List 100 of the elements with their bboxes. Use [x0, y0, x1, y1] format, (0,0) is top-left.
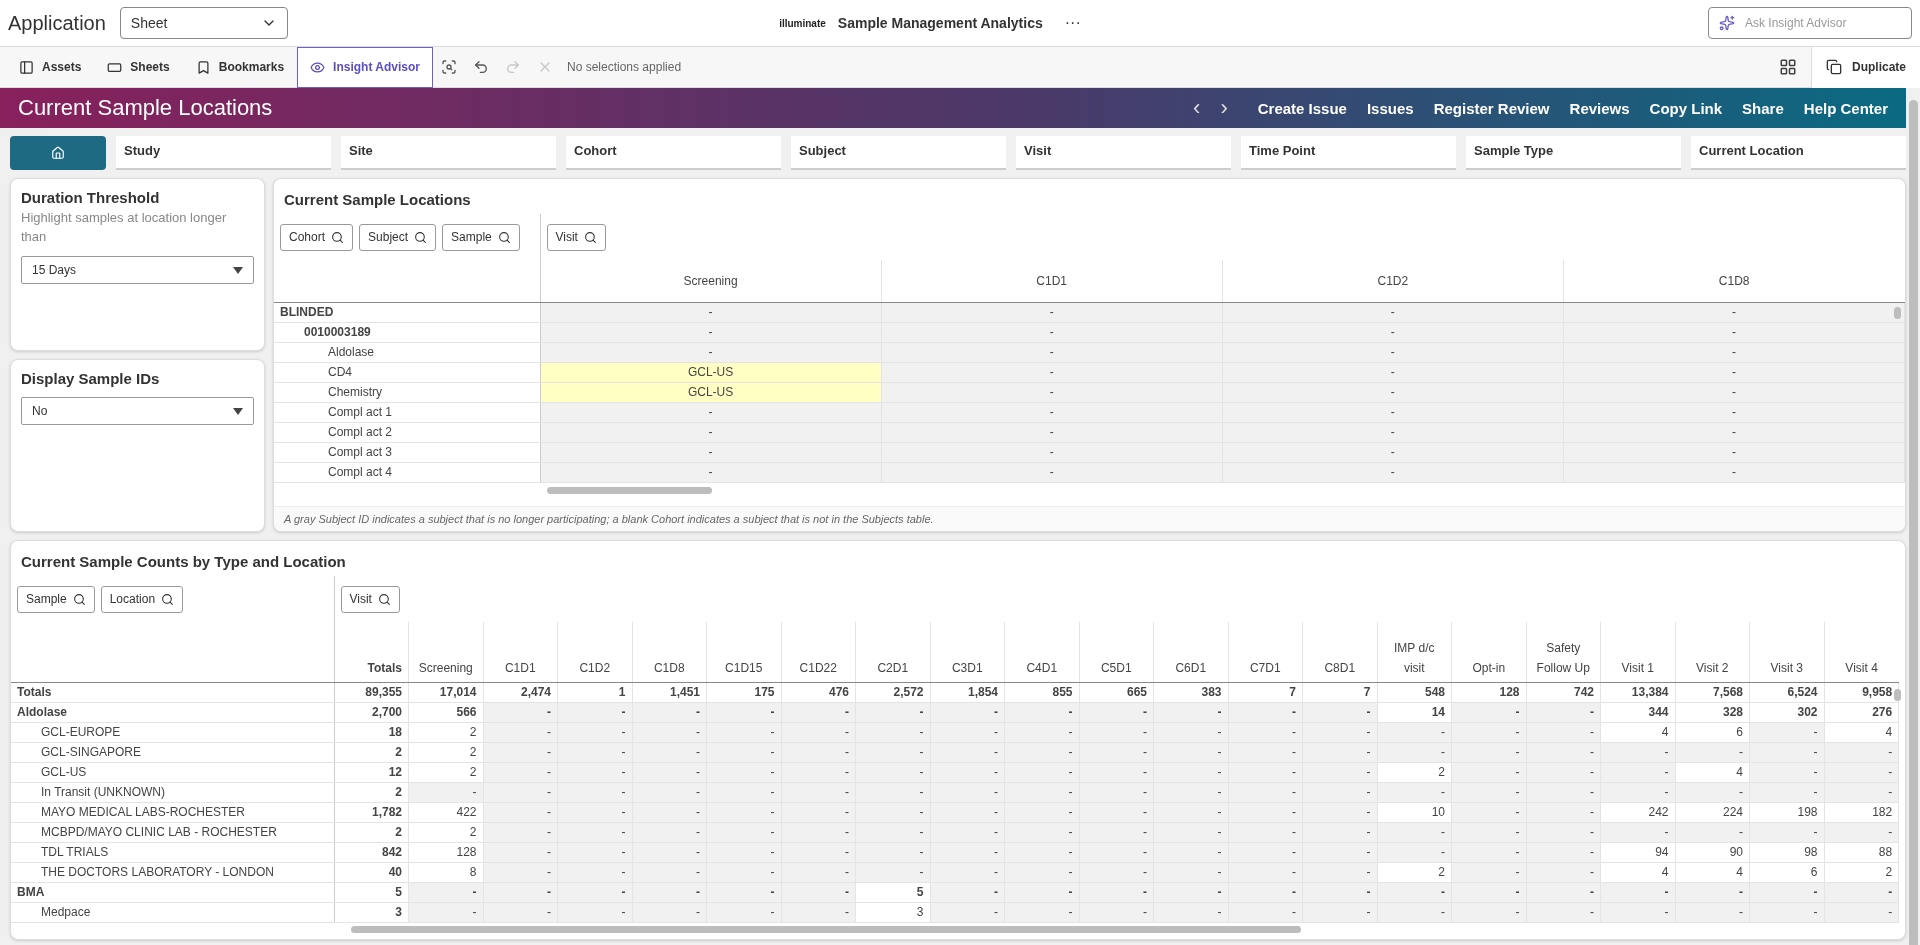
row-label[interactable]: BMA — [11, 882, 334, 902]
column-header[interactable]: C1D1 — [483, 622, 558, 682]
row-label[interactable]: THE DOCTORS LABORATORY - LONDON — [11, 862, 334, 882]
column-header[interactable]: C4D1 — [1004, 622, 1079, 682]
column-header[interactable]: Visit 1 — [1600, 622, 1675, 682]
value-dropdown[interactable]: 15 Days — [21, 256, 254, 284]
toolbar-tab[interactable]: Assets — [6, 46, 95, 88]
row-label[interactable]: In Transit (UNKNOWN) — [11, 782, 334, 802]
row-label[interactable]: MCBPD/MAYO CLINIC LAB - ROCHESTER — [11, 822, 334, 842]
nav-link[interactable]: Share — [1742, 99, 1784, 117]
toolbar-tab[interactable]: Bookmarks — [182, 46, 298, 88]
column-header[interactable]: Safety Follow Up — [1526, 622, 1601, 682]
row-label[interactable]: BLINDED — [274, 302, 540, 322]
search-icon — [583, 230, 597, 244]
grid-icon[interactable] — [1779, 58, 1797, 76]
search-icon — [377, 592, 391, 606]
row-label[interactable]: Chemistry — [274, 382, 540, 402]
selection-status: No selections applied — [567, 60, 682, 74]
vertical-scrollbar[interactable] — [1894, 307, 1901, 319]
nav-link[interactable]: Copy Link — [1649, 99, 1723, 117]
dimension-search-button[interactable]: Subject — [359, 223, 437, 251]
search-icon — [497, 230, 511, 244]
column-header[interactable]: C3D1 — [930, 622, 1005, 682]
horizontal-scrollbar[interactable] — [351, 925, 1301, 933]
filter-pane[interactable]: Sample Type — [1466, 136, 1681, 170]
value-dropdown[interactable]: No — [21, 397, 254, 425]
filter-pane[interactable]: Site — [341, 136, 556, 170]
column-header[interactable]: C6D1 — [1153, 622, 1228, 682]
filter-pane[interactable]: Time Point — [1241, 136, 1456, 170]
row-label[interactable]: Aldolase — [11, 702, 334, 722]
home-button[interactable] — [10, 136, 106, 170]
nav-link[interactable]: Issues — [1366, 99, 1414, 117]
previous-button[interactable]: ‹ — [1183, 95, 1211, 121]
column-header[interactable]: IMP d/c visit — [1377, 622, 1452, 682]
footnote: A gray Subject ID indicates a subject that is no longer participating; a blank Cohort indicates a subject that is not in the Subjects table. — [274, 506, 1905, 531]
filter-pane[interactable]: Subject — [791, 136, 1006, 170]
duplicate-button[interactable]: Duplicate — [1811, 46, 1920, 88]
row-label[interactable]: GCL-SINGAPORE — [11, 742, 334, 762]
filter-pane[interactable]: Current Location — [1691, 136, 1906, 170]
column-header[interactable]: Visit 4 — [1824, 622, 1899, 682]
column-header[interactable]: C5D1 — [1079, 622, 1154, 682]
row-label[interactable]: Compl act 1 — [274, 402, 540, 422]
search-icon[interactable] — [441, 59, 457, 75]
column-header[interactable]: C1D8 — [632, 622, 707, 682]
row-label[interactable]: CD4 — [274, 362, 540, 382]
vertical-scrollbar[interactable] — [1894, 689, 1901, 701]
dimension-search-button[interactable]: Sample — [17, 585, 95, 613]
home-icon — [51, 146, 65, 160]
row-label[interactable]: MAYO MEDICAL LABS-ROCHESTER — [11, 802, 334, 822]
row-label[interactable]: GCL-EUROPE — [11, 722, 334, 742]
column-header[interactable]: C1D2 — [557, 622, 632, 682]
column-header[interactable]: C8D1 — [1302, 622, 1377, 682]
dimension-search-button[interactable]: Visit — [340, 585, 400, 613]
row-label[interactable]: Aldolase — [274, 342, 540, 362]
filter-pane[interactable]: Visit — [1016, 136, 1231, 170]
next-button[interactable]: › — [1210, 95, 1238, 121]
row-label[interactable]: Compl act 3 — [274, 442, 540, 462]
page-scrollbar[interactable] — [1909, 100, 1918, 945]
column-header[interactable]: C1D2 — [1222, 260, 1564, 302]
column-header[interactable]: Opt-in — [1451, 622, 1526, 682]
toolbar-tab[interactable]: Sheets — [94, 46, 183, 88]
column-header[interactable]: C1D1 — [881, 260, 1223, 302]
sheet-dropdown[interactable]: Sheet — [119, 7, 288, 39]
row-label[interactable]: GCL-US — [11, 762, 334, 782]
nav-link[interactable]: Register Review — [1433, 99, 1550, 117]
undo-icon[interactable] — [473, 59, 489, 75]
column-header[interactable]: C1D15 — [706, 622, 781, 682]
row-label[interactable]: 0010003189 — [274, 322, 540, 342]
column-header[interactable]: Screening — [540, 260, 882, 302]
row-label[interactable]: Compl act 4 — [274, 462, 540, 482]
more-button[interactable]: ··· — [1064, 14, 1081, 32]
column-header[interactable]: C1D8 — [1563, 260, 1905, 302]
dimension-search-button[interactable]: Sample — [442, 223, 520, 251]
nav-link[interactable]: Create Issue — [1257, 99, 1347, 117]
filter-pane[interactable]: Cohort — [566, 136, 781, 170]
dimension-search-button[interactable]: Cohort — [280, 223, 354, 251]
caret-icon — [233, 266, 243, 274]
column-header[interactable]: Visit 3 — [1749, 622, 1824, 682]
row-label[interactable]: TDL TRIALS — [11, 842, 334, 862]
row-label[interactable]: Medpace — [11, 902, 334, 922]
column-header[interactable]: C7D1 — [1228, 622, 1303, 682]
toolbar-tab[interactable]: Insight Advisor — [297, 46, 433, 88]
nav-link[interactable]: Help Center — [1803, 99, 1888, 117]
column-header[interactable]: Visit 2 — [1675, 622, 1750, 682]
bookmark-icon — [195, 59, 211, 75]
column-header[interactable]: Totals — [334, 622, 409, 682]
column-header[interactable]: C1D22 — [781, 622, 856, 682]
horizontal-scrollbar[interactable] — [547, 487, 712, 494]
search-icon — [414, 230, 428, 244]
column-header[interactable]: C2D1 — [855, 622, 930, 682]
dimension-search-button[interactable]: Location — [100, 585, 184, 613]
column-header[interactable]: Screening — [408, 622, 483, 682]
eye-icon — [310, 59, 326, 75]
sparkle-icon — [1719, 15, 1735, 31]
filter-pane[interactable]: Study — [116, 136, 331, 170]
dimension-search-button[interactable]: Visit — [546, 223, 606, 251]
nav-link[interactable]: Reviews — [1569, 99, 1630, 117]
row-label[interactable]: Compl act 2 — [274, 422, 540, 442]
card-title: Current Sample Counts by Type and Location — [20, 552, 347, 572]
app-label: Application — [8, 11, 106, 35]
